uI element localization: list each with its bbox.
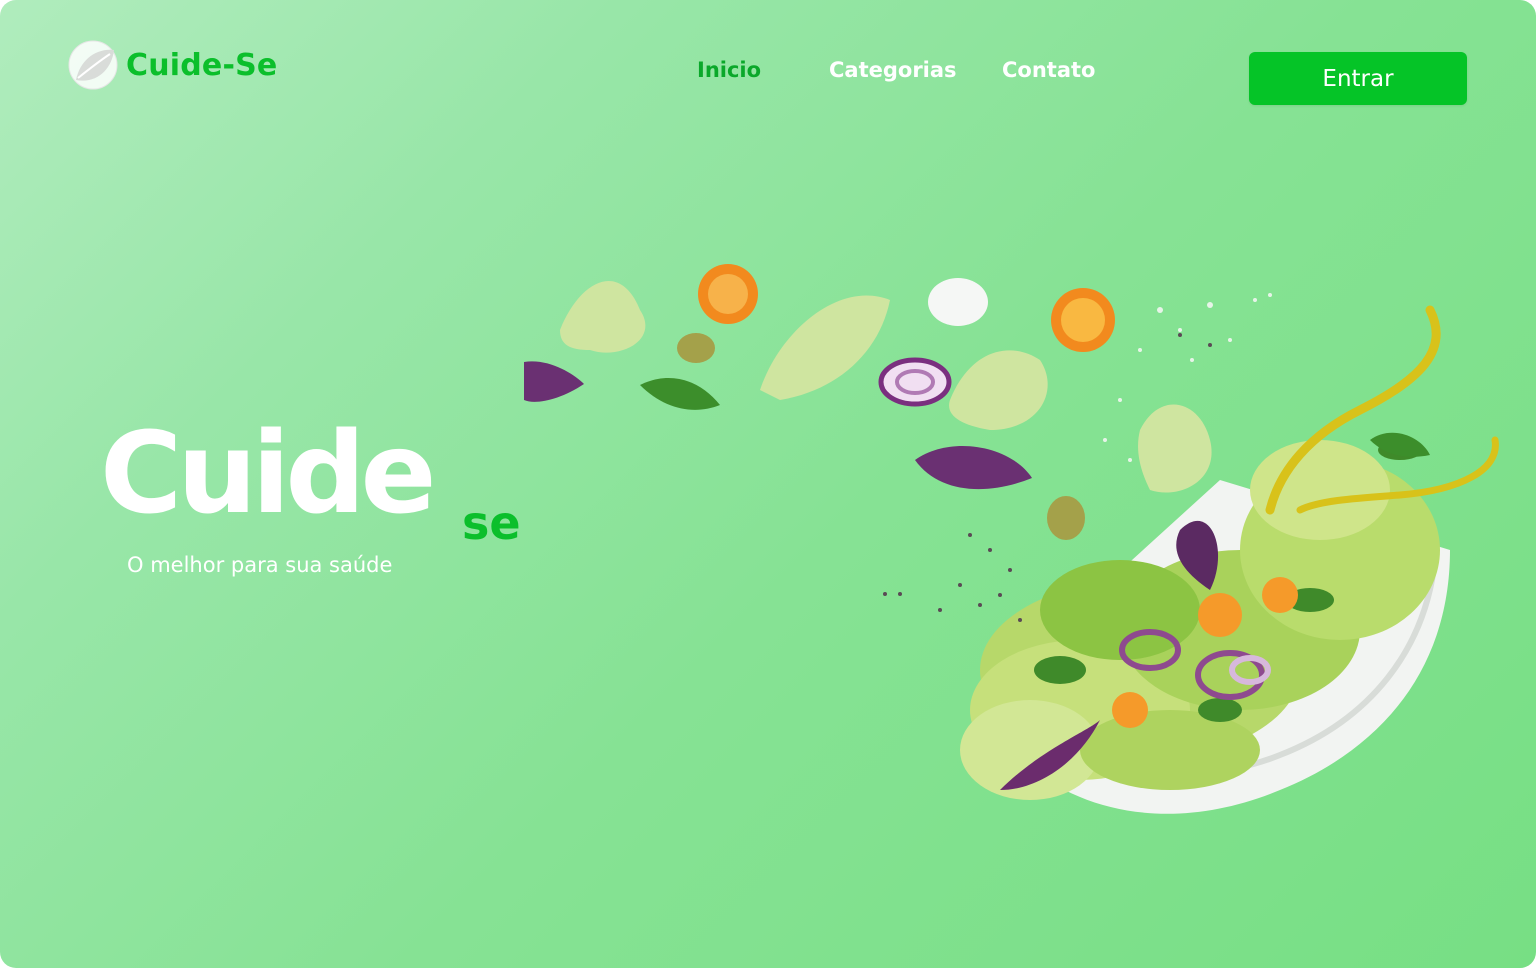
nav-item-inicio[interactable]: Inicio bbox=[697, 58, 761, 82]
mozzarella bbox=[928, 278, 988, 326]
salad-bowl-image bbox=[524, 264, 1499, 814]
landing-page: Cuide-Se Inicio Categorias Contato Entra… bbox=[0, 0, 1536, 968]
logo-text: Cuide-Se bbox=[126, 47, 278, 83]
hero-title-suffix: se bbox=[462, 496, 521, 550]
leaf-icon bbox=[68, 40, 118, 90]
hero-title: Cuide bbox=[100, 409, 436, 539]
nav-item-contato[interactable]: Contato bbox=[1002, 58, 1095, 82]
flying-onion bbox=[878, 357, 952, 407]
login-button[interactable]: Entrar bbox=[1249, 52, 1467, 105]
flying-tomatoes bbox=[698, 264, 1115, 352]
nav-item-categorias[interactable]: Categorias bbox=[829, 58, 957, 82]
logo[interactable]: Cuide-Se bbox=[68, 40, 277, 90]
hero-tagline: O melhor para sua saúde bbox=[127, 553, 393, 577]
